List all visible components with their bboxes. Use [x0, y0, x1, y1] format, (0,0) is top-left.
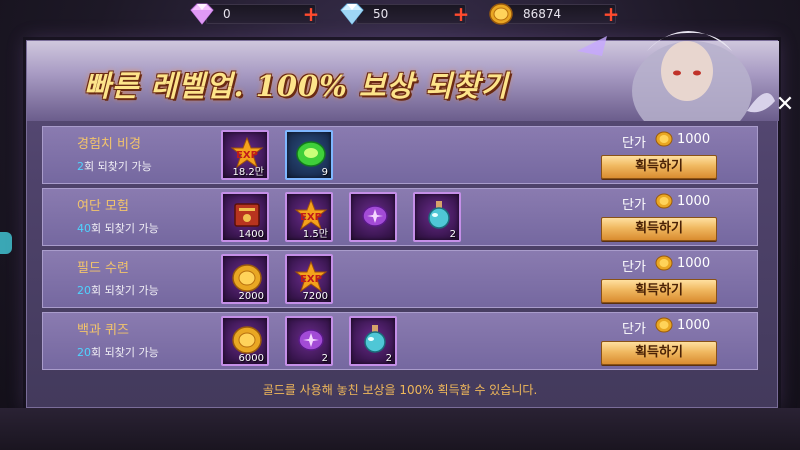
count-number: 20 — [77, 346, 91, 359]
diamond-icon — [340, 3, 364, 25]
diamond-currency: 50 + — [338, 2, 474, 25]
green-gem-icon — [296, 141, 326, 167]
obtain-button[interactable]: 획득하기 — [601, 217, 717, 241]
item-quantity: 1400 — [238, 229, 264, 240]
add-diamond-button[interactable]: + — [452, 4, 470, 24]
add-crystal-button[interactable]: + — [302, 4, 320, 24]
reward-item[interactable]: EXP 18.2만 — [221, 130, 269, 180]
crystal-amount: 0 — [206, 4, 316, 24]
activity-name: 여단 모험 — [77, 199, 129, 214]
gold-coin-icon — [655, 193, 673, 209]
price-label: 단가 — [622, 136, 646, 151]
reward-item[interactable]: 2 — [285, 316, 333, 366]
price-value: 1000 — [677, 132, 711, 147]
price-value: 1000 — [677, 318, 711, 333]
price-label: 단가 — [622, 260, 646, 275]
gold-coin-icon — [489, 3, 513, 25]
item-quantity: 6000 — [238, 353, 264, 364]
list-item: 경험치 비경 2회 되찾기 가능 EXP 18.2만 9 단가 1000 획득하… — [42, 126, 758, 184]
price-value: 1000 — [677, 194, 711, 209]
red-book-icon — [234, 203, 260, 227]
obtain-button[interactable]: 획득하기 — [601, 155, 717, 179]
page-title: 빠른 레벨업. 100% 보상 되찾기 — [84, 69, 509, 103]
gold-coin-icon — [655, 317, 673, 333]
recovery-count: 2회 되찾기 가능 — [77, 158, 152, 174]
price-label: 단가 — [622, 198, 646, 213]
recovery-count: 20회 되찾기 가능 — [77, 344, 159, 360]
character-portrait — [517, 11, 777, 121]
recovery-count: 40회 되찾기 가능 — [77, 220, 159, 236]
item-quantity: 18.2만 — [232, 167, 264, 178]
purple-orb-icon — [298, 329, 324, 351]
svg-text:EXP: EXP — [236, 150, 258, 161]
close-button[interactable]: ✕ — [773, 93, 797, 117]
potion-icon — [428, 201, 450, 229]
count-number: 2 — [77, 160, 84, 173]
reward-item[interactable]: 1400 — [221, 192, 269, 242]
side-menu-tab[interactable] — [0, 232, 12, 254]
item-quantity: 9 — [321, 167, 328, 178]
bottom-background — [0, 408, 800, 450]
gold-coin-icon — [232, 264, 262, 292]
reward-item[interactable]: 6000 — [221, 316, 269, 366]
obtain-button[interactable]: 획득하기 — [601, 279, 717, 303]
footer-note: 골드를 사용해 놓친 보상을 100% 획득할 수 있습니다. — [262, 383, 538, 397]
obtain-button[interactable]: 획득하기 — [601, 341, 717, 365]
activity-name: 필드 수련 — [77, 261, 129, 276]
diamond-amount: 50 — [356, 4, 466, 24]
purple-orb-icon — [362, 205, 388, 227]
svg-text:EXP: EXP — [300, 274, 322, 285]
reward-item[interactable]: EXP 7200 — [285, 254, 333, 304]
count-suffix: 회 되찾기 가능 — [91, 222, 159, 235]
reward-item[interactable]: 2 — [349, 316, 397, 366]
item-quantity: 1.5만 — [302, 229, 328, 240]
count-number: 20 — [77, 284, 91, 297]
reward-item[interactable]: 9 — [285, 130, 333, 180]
list-item: 여단 모험 40회 되찾기 가능 1400 EXP 1.5만 2 단가 1000… — [42, 188, 758, 246]
activity-name: 경험치 비경 — [77, 137, 141, 152]
item-quantity: 2 — [449, 229, 456, 240]
price-value: 1000 — [677, 256, 711, 271]
recovery-count: 20회 되찾기 가능 — [77, 282, 159, 298]
list-item: 백과 퀴즈 20회 되찾기 가능 6000 2 2 단가 1000 획득하기 — [42, 312, 758, 370]
count-suffix: 회 되찾기 가능 — [91, 346, 159, 359]
count-suffix: 회 되찾기 가능 — [91, 284, 159, 297]
crystal-currency: 0 + — [188, 2, 324, 25]
gold-coin-icon — [655, 131, 673, 147]
exp-star-icon: EXP — [294, 261, 328, 293]
item-quantity: 2 — [321, 353, 328, 364]
item-quantity: 2 — [385, 353, 392, 364]
item-quantity: 2000 — [238, 291, 264, 302]
price-label: 단가 — [622, 322, 646, 337]
reward-item[interactable]: 2 — [413, 192, 461, 242]
reward-item[interactable]: 2000 — [221, 254, 269, 304]
gold-coin-icon — [232, 326, 262, 354]
list-item: 필드 수련 20회 되찾기 가능 2000 EXP 7200 단가 1000 획… — [42, 250, 758, 308]
count-number: 40 — [77, 222, 91, 235]
pink-crystal-icon — [190, 3, 214, 25]
activity-name: 백과 퀴즈 — [77, 323, 129, 338]
potion-icon — [364, 325, 386, 353]
reward-item[interactable]: EXP 1.5만 — [285, 192, 333, 242]
count-suffix: 회 되찾기 가능 — [84, 160, 152, 173]
svg-text:EXP: EXP — [300, 212, 322, 223]
item-quantity: 7200 — [302, 291, 328, 302]
gold-coin-icon — [655, 255, 673, 271]
reward-item[interactable] — [349, 192, 397, 242]
